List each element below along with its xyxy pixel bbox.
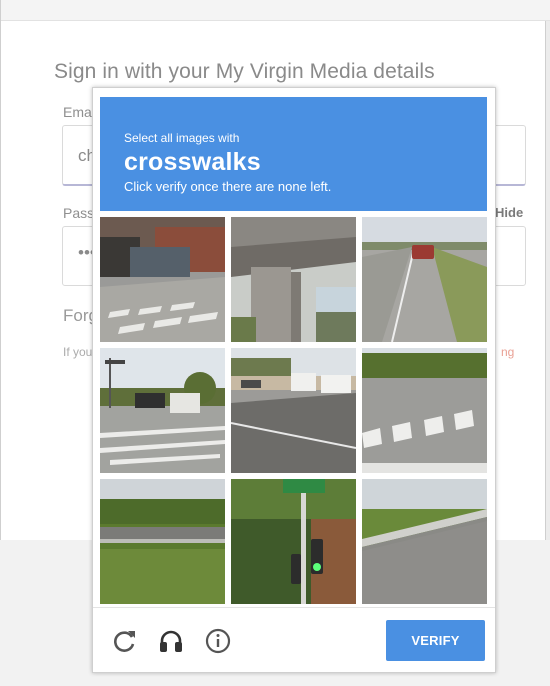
captcha-tile-1[interactable]: [100, 217, 225, 342]
captcha-footer: VERIFY: [93, 607, 495, 673]
info-icon[interactable]: [205, 628, 231, 654]
captcha-keyword: crosswalks: [124, 148, 261, 176]
highway-grass-image: [100, 479, 225, 604]
password-label: Pass: [63, 205, 95, 221]
captcha-tile-8[interactable]: [231, 479, 356, 604]
page-top-bar: [1, 0, 550, 21]
captcha-tile-9[interactable]: [362, 479, 487, 604]
email-label: Emai: [63, 104, 95, 120]
parked-vans-image: [231, 348, 356, 473]
captcha-tile-6[interactable]: [362, 348, 487, 473]
reload-icon[interactable]: [111, 628, 137, 654]
verify-button[interactable]: VERIFY: [386, 620, 485, 661]
intersection-crosswalk-image: [100, 348, 225, 473]
captcha-instruction: Select all images with: [124, 131, 240, 145]
captcha-tile-2[interactable]: [231, 217, 356, 342]
street-sign-traffic-light-image: [231, 479, 356, 604]
signin-title: Sign in with your My Virgin Media detail…: [54, 60, 435, 83]
captcha-tile-5[interactable]: [231, 348, 356, 473]
road-crosswalk-image: [362, 348, 487, 473]
captcha-tile-3[interactable]: [362, 217, 487, 342]
audio-headphones-icon[interactable]: [158, 628, 184, 654]
help-text: If you: [63, 345, 93, 359]
captcha-hint: Click verify once there are none left.: [124, 179, 332, 194]
captcha-dialog: Select all images with crosswalks Click …: [92, 87, 496, 673]
captcha-tile-7[interactable]: [100, 479, 225, 604]
overpass-image: [231, 217, 356, 342]
captcha-header: Select all images with crosswalks Click …: [100, 97, 487, 211]
captcha-image-grid: [100, 217, 487, 604]
hide-password-link[interactable]: Hide: [495, 205, 523, 220]
highway-image: [362, 217, 487, 342]
help-link[interactable]: ng: [501, 345, 514, 359]
street-crosswalk-image: [100, 217, 225, 342]
captcha-tile-4[interactable]: [100, 348, 225, 473]
guardrail-image: [362, 479, 487, 604]
